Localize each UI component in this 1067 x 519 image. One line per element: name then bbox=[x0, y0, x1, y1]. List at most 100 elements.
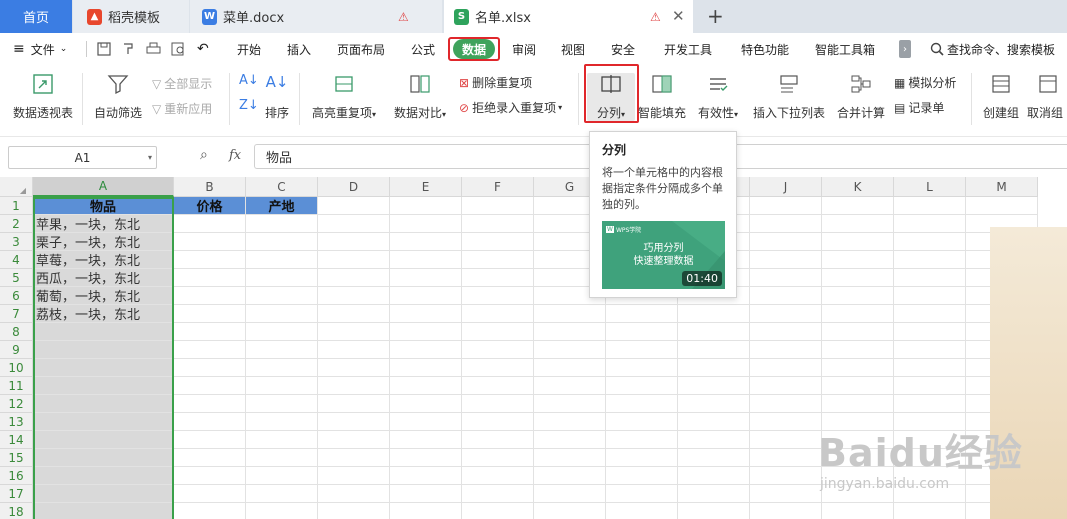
empty-cell[interactable] bbox=[246, 323, 318, 341]
empty-cell[interactable] bbox=[750, 233, 822, 251]
new-tab-button[interactable]: + bbox=[707, 4, 724, 28]
empty-cell[interactable] bbox=[33, 395, 174, 413]
column-header[interactable]: J bbox=[750, 177, 822, 197]
record-form-button[interactable]: ▤ 记录单 bbox=[894, 99, 944, 116]
menu-item-review[interactable]: 审阅 bbox=[512, 33, 536, 65]
empty-cell[interactable] bbox=[822, 323, 894, 341]
empty-cell[interactable] bbox=[174, 269, 246, 287]
empty-cell[interactable] bbox=[174, 287, 246, 305]
empty-cell[interactable] bbox=[606, 485, 678, 503]
empty-cell[interactable] bbox=[534, 305, 606, 323]
data-cell[interactable]: 荔枝，一块，东北 bbox=[33, 305, 174, 323]
empty-cell[interactable] bbox=[534, 341, 606, 359]
row-header[interactable]: 2 bbox=[0, 215, 33, 233]
empty-cell[interactable] bbox=[174, 359, 246, 377]
row-header[interactable]: 6 bbox=[0, 287, 33, 305]
empty-cell[interactable] bbox=[822, 359, 894, 377]
empty-cell[interactable] bbox=[33, 359, 174, 377]
empty-cell[interactable] bbox=[174, 485, 246, 503]
empty-cell[interactable] bbox=[318, 449, 390, 467]
empty-cell[interactable] bbox=[462, 503, 534, 519]
data-cell[interactable]: 栗子，一块，东北 bbox=[33, 233, 174, 251]
empty-cell[interactable] bbox=[822, 341, 894, 359]
empty-cell[interactable] bbox=[246, 485, 318, 503]
empty-cell[interactable] bbox=[174, 233, 246, 251]
empty-cell[interactable] bbox=[822, 251, 894, 269]
empty-cell[interactable] bbox=[750, 305, 822, 323]
data-compare-button[interactable]: 数据对比▾ bbox=[389, 73, 451, 121]
reapply-button[interactable]: ▽ 重新应用 bbox=[152, 100, 212, 117]
column-header[interactable]: L bbox=[894, 177, 966, 197]
empty-cell[interactable] bbox=[606, 323, 678, 341]
consolidate-button[interactable]: 合并计算 bbox=[834, 73, 888, 121]
empty-cell[interactable] bbox=[894, 251, 966, 269]
empty-cell[interactable] bbox=[174, 323, 246, 341]
menu-item-page-layout[interactable]: 页面布局 bbox=[337, 33, 385, 65]
empty-cell[interactable] bbox=[750, 485, 822, 503]
empty-cell[interactable] bbox=[822, 395, 894, 413]
menu-item-start[interactable]: 开始 bbox=[237, 33, 261, 65]
empty-cell[interactable] bbox=[678, 431, 750, 449]
empty-cell[interactable] bbox=[33, 503, 174, 519]
row-header[interactable]: 7 bbox=[0, 305, 33, 323]
empty-cell[interactable] bbox=[174, 377, 246, 395]
undo-icon[interactable]: ↶ bbox=[197, 33, 209, 65]
empty-cell[interactable] bbox=[678, 305, 750, 323]
row-header[interactable]: 8 bbox=[0, 323, 33, 341]
empty-cell[interactable] bbox=[678, 395, 750, 413]
tab-xlsx-file[interactable]: S 名单.xlsx ⚠ ✕ bbox=[444, 0, 693, 33]
empty-cell[interactable] bbox=[534, 323, 606, 341]
empty-cell[interactable] bbox=[606, 449, 678, 467]
empty-cell[interactable] bbox=[33, 341, 174, 359]
empty-cell[interactable] bbox=[174, 431, 246, 449]
empty-cell[interactable] bbox=[606, 395, 678, 413]
empty-cell[interactable] bbox=[390, 377, 462, 395]
smart-fill-button[interactable]: 智能填充 bbox=[638, 73, 686, 121]
row-header[interactable]: 10 bbox=[0, 359, 33, 377]
empty-cell[interactable] bbox=[390, 431, 462, 449]
empty-cell[interactable] bbox=[462, 431, 534, 449]
empty-cell[interactable] bbox=[318, 287, 390, 305]
empty-cell[interactable] bbox=[750, 395, 822, 413]
empty-cell[interactable] bbox=[534, 467, 606, 485]
empty-cell[interactable] bbox=[678, 413, 750, 431]
empty-cell[interactable] bbox=[33, 467, 174, 485]
empty-cell[interactable] bbox=[750, 359, 822, 377]
empty-cell[interactable] bbox=[174, 215, 246, 233]
empty-cell[interactable] bbox=[390, 233, 462, 251]
empty-cell[interactable] bbox=[33, 431, 174, 449]
empty-cell[interactable] bbox=[534, 395, 606, 413]
empty-cell[interactable] bbox=[174, 251, 246, 269]
save-icon[interactable] bbox=[97, 33, 111, 65]
empty-cell[interactable] bbox=[750, 341, 822, 359]
empty-cell[interactable] bbox=[318, 359, 390, 377]
column-header[interactable]: D bbox=[318, 177, 390, 197]
empty-cell[interactable] bbox=[894, 305, 966, 323]
empty-cell[interactable] bbox=[678, 323, 750, 341]
empty-cell[interactable] bbox=[246, 251, 318, 269]
delete-duplicates-button[interactable]: ⊠ 删除重复项 bbox=[459, 74, 532, 91]
empty-cell[interactable] bbox=[822, 269, 894, 287]
empty-cell[interactable] bbox=[246, 233, 318, 251]
column-header[interactable]: C bbox=[246, 177, 318, 197]
empty-cell[interactable] bbox=[174, 449, 246, 467]
command-search[interactable]: 查找命令、搜索模板 bbox=[930, 33, 1055, 65]
empty-cell[interactable] bbox=[318, 269, 390, 287]
empty-cell[interactable] bbox=[534, 377, 606, 395]
row-header[interactable]: 13 bbox=[0, 413, 33, 431]
tab-docx-file[interactable]: W 菜单.docx ⚠ bbox=[190, 0, 442, 33]
empty-cell[interactable] bbox=[822, 215, 894, 233]
empty-cell[interactable] bbox=[390, 215, 462, 233]
empty-cell[interactable] bbox=[246, 377, 318, 395]
row-header[interactable]: 9 bbox=[0, 341, 33, 359]
fx-icon[interactable]: fx bbox=[229, 148, 241, 163]
reject-duplicates-button[interactable]: ⊘ 拒绝录入重复项 ▾ bbox=[459, 99, 562, 116]
empty-cell[interactable] bbox=[390, 251, 462, 269]
close-icon[interactable]: ✕ bbox=[672, 7, 685, 25]
empty-cell[interactable] bbox=[966, 197, 1038, 215]
empty-cell[interactable] bbox=[894, 395, 966, 413]
empty-cell[interactable] bbox=[894, 197, 966, 215]
menu-item-features[interactable]: 特色功能 bbox=[741, 33, 789, 65]
empty-cell[interactable] bbox=[462, 485, 534, 503]
tab-home[interactable]: 首页 bbox=[0, 0, 72, 33]
